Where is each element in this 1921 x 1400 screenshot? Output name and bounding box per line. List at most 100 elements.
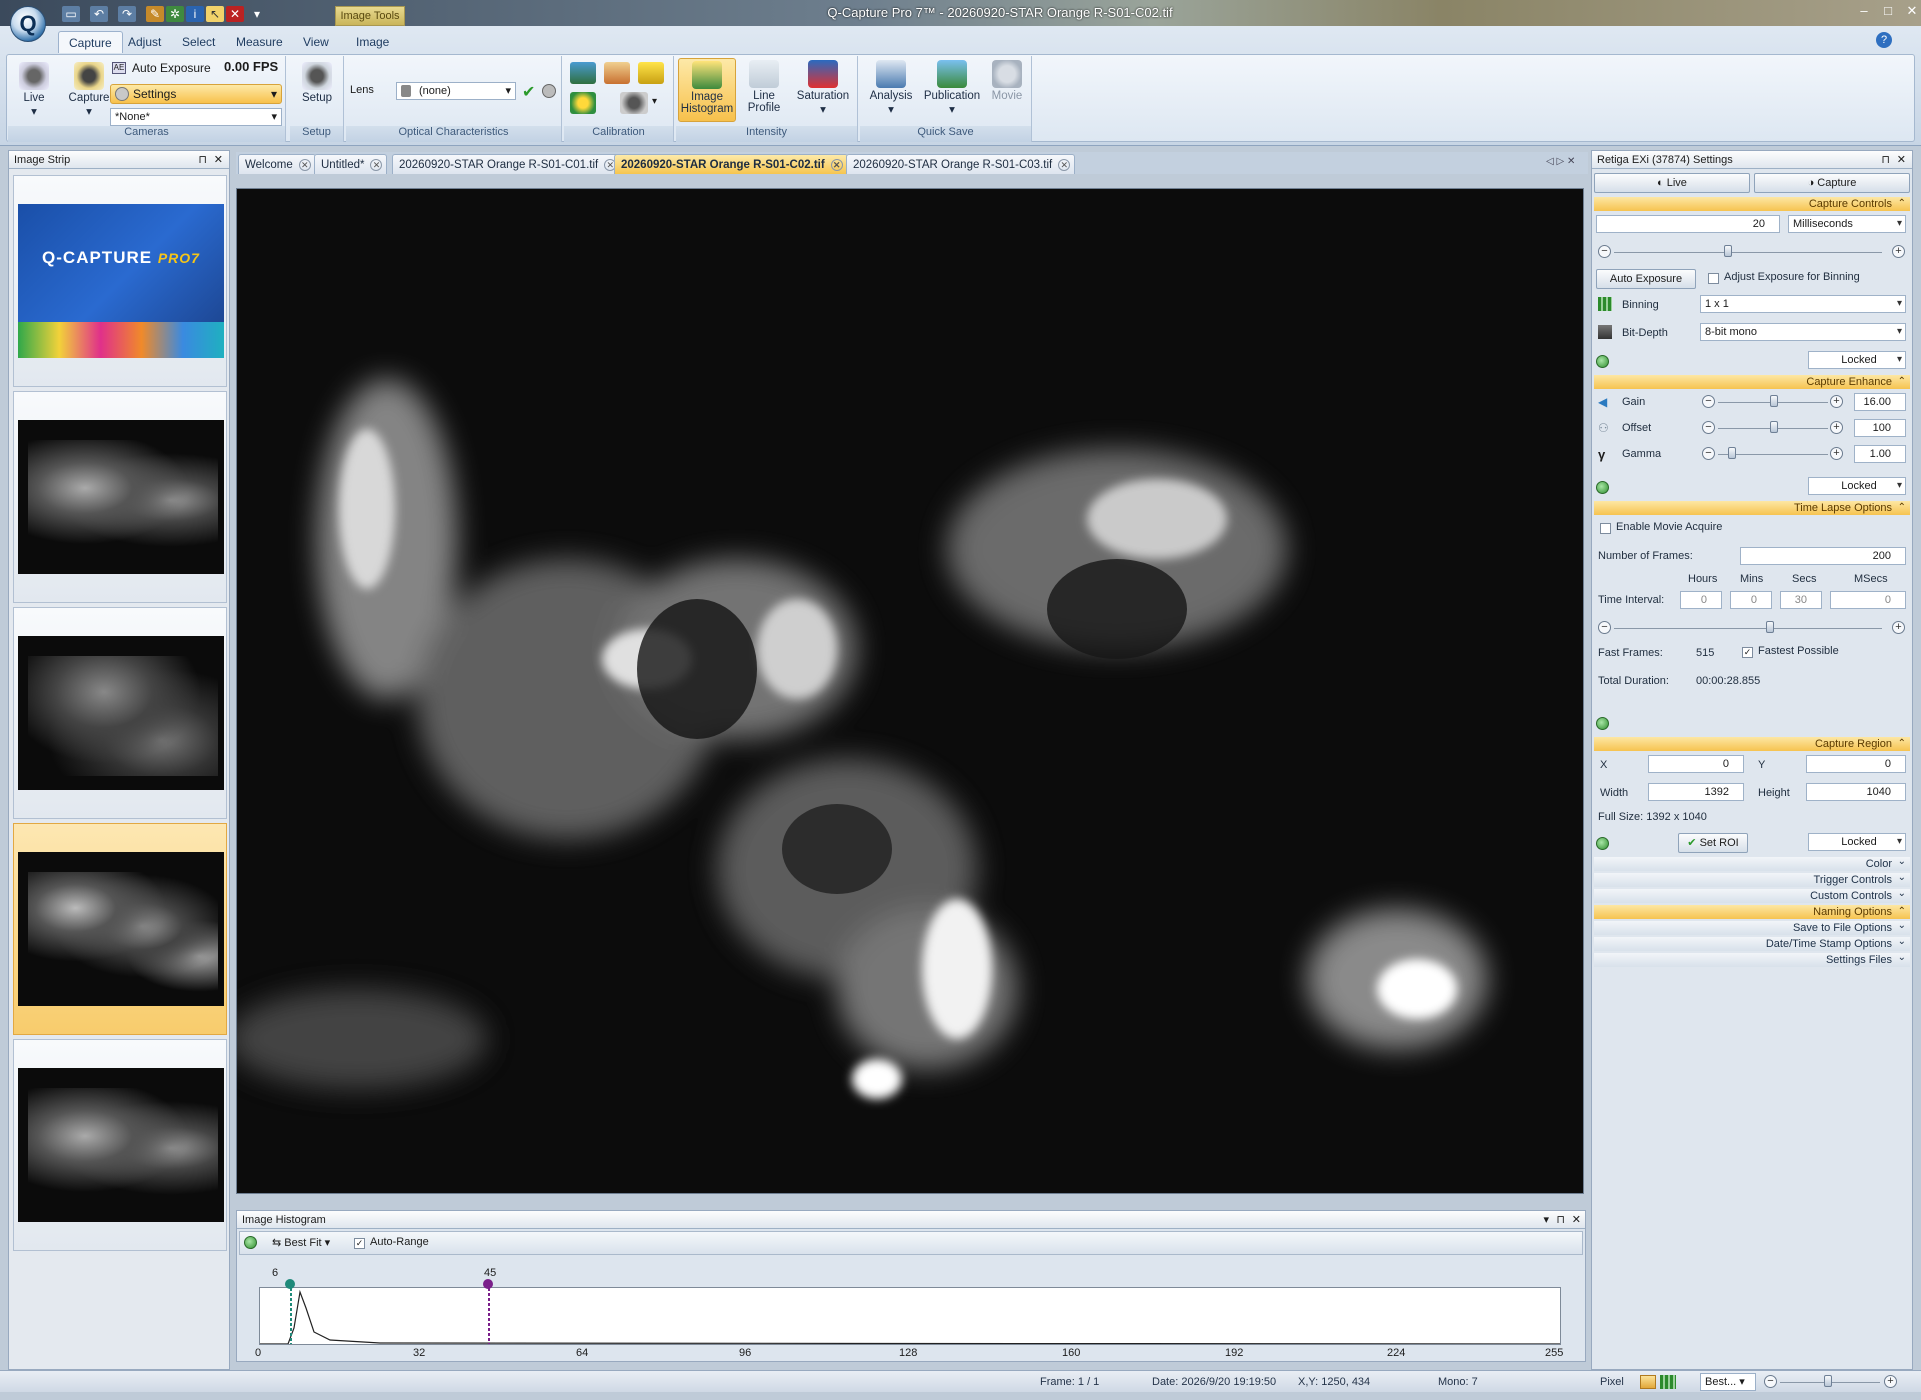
frames-input[interactable]: 200 [1740,547,1906,565]
close-icon[interactable]: ✕ [214,151,223,169]
offset-increase-icon[interactable]: + [1830,421,1843,434]
apply-check-icon[interactable]: ✔ [522,82,535,102]
preset-dropdown[interactable]: *None* ▾ [110,108,282,126]
capture-mode-button[interactable]: ◑ Capture [1754,173,1910,193]
pin-icon[interactable]: ⊓ [198,151,207,169]
interval-increase-icon[interactable]: + [1892,621,1905,634]
tab-welcome[interactable]: Welcome ✕ [238,154,316,174]
pin-icon[interactable]: ⊓ [1881,151,1890,169]
x-input[interactable]: 0 [1648,755,1744,773]
gamma-input[interactable]: 1.00 [1854,445,1906,463]
close-image-icon[interactable]: ✕ [226,6,244,22]
zoom-out-icon[interactable]: − [1764,1375,1777,1388]
chevron-down-icon[interactable]: ▾ [1543,1211,1549,1229]
histogram-plot[interactable] [259,1287,1561,1345]
time-lapse-header[interactable]: Time Lapse Options [1594,501,1910,515]
refresh-enhance-icon[interactable] [1596,481,1609,494]
close-tab-icon[interactable]: ✕ [830,159,843,171]
info-icon[interactable]: i [186,6,204,22]
capture-region-header[interactable]: Capture Region [1594,737,1910,751]
interval-hours-input[interactable]: 0 [1680,591,1722,609]
ruler-icon[interactable] [638,62,664,84]
pencil-icon[interactable]: ✎ [146,6,164,22]
gamma-decrease-icon[interactable]: − [1702,447,1715,460]
set-roi-button[interactable]: ✔ Set ROI [1678,833,1748,853]
maximize-button[interactable]: □ [1877,2,1899,20]
saturation-button[interactable]: Saturation ▾ [792,60,854,116]
minimize-button[interactable]: – [1853,2,1875,20]
exposure-increase-icon[interactable]: + [1892,245,1905,258]
image-histogram-button[interactable]: Image Histogram [678,58,736,122]
image-viewer[interactable] [236,188,1584,1194]
tools-icon[interactable]: ✲ [166,6,184,22]
zoom-slider-thumb[interactable] [1824,1375,1832,1387]
analysis-button[interactable]: Analysis ▾ [866,60,916,116]
new-icon[interactable]: ▭ [62,6,80,22]
live-button[interactable]: Live ▾ [14,62,54,118]
interval-mins-input[interactable]: 0 [1730,591,1772,609]
settings-dropdown[interactable]: Settings ▾ [110,84,282,104]
lens-dropdown[interactable]: (none) ▾ [396,82,516,100]
view-image-icon[interactable] [1640,1375,1656,1389]
height-input[interactable]: 1040 [1806,783,1906,801]
exposure-unit-dropdown[interactable]: Milliseconds [1788,215,1906,233]
enable-movie-checkbox[interactable] [1600,523,1611,534]
tab-view[interactable]: View [293,31,339,53]
undo-icon[interactable]: ↶ [90,6,108,22]
region-locked-dropdown[interactable]: Locked [1808,833,1906,851]
width-input[interactable]: 1392 [1648,783,1744,801]
thumbnail-welcome[interactable]: Q-CAPTURE PRO7 [13,175,227,387]
thumbnail-c01b[interactable] [13,1039,227,1251]
gain-slider-thumb[interactable] [1770,395,1778,407]
interval-msecs-input[interactable]: 0 [1830,591,1906,609]
exposure-decrease-icon[interactable]: − [1598,245,1611,258]
refresh-icon[interactable] [244,1236,257,1249]
close-tab-icon[interactable]: ✕ [1058,159,1071,171]
high-marker-handle[interactable] [483,1279,493,1289]
close-tab-icon[interactable]: ✕ [370,159,383,171]
close-icon[interactable]: ✕ [1897,151,1906,169]
refresh-timelapse-icon[interactable] [1596,717,1609,730]
offset-slider-thumb[interactable] [1770,421,1778,433]
setup-button[interactable]: Setup [294,62,340,104]
naming-options-section[interactable]: Naming Options [1594,905,1910,919]
refresh-calibration-icon[interactable] [570,92,596,114]
trigger-controls-section[interactable]: Trigger Controls [1594,871,1910,887]
tab-adjust[interactable]: Adjust [118,31,171,53]
unit-status[interactable]: Pixel [1600,1374,1624,1390]
tab-capture[interactable]: Capture [58,31,123,53]
refresh-controls-icon[interactable] [1596,355,1609,368]
offset-input[interactable]: 100 [1854,419,1906,437]
custom-controls-section[interactable]: Custom Controls [1594,887,1910,903]
exposure-slider-thumb[interactable] [1724,245,1732,257]
auto-exposure-label[interactable]: Auto Exposure [132,61,211,75]
close-window-button[interactable]: ✕ [1901,2,1921,20]
refresh-region-icon[interactable] [1596,837,1609,850]
live-mode-button[interactable]: ◐ Live [1594,173,1750,193]
gain-input[interactable]: 16.00 [1854,393,1906,411]
brush-icon[interactable] [604,62,630,84]
qat-dropdown-icon[interactable]: ▾ [248,6,266,22]
tab-measure[interactable]: Measure [226,31,293,53]
calibrate-icon[interactable] [570,62,596,84]
pointer-icon[interactable]: ↖ [206,6,224,22]
capture-controls-header[interactable]: Capture Controls [1594,197,1910,211]
gain-increase-icon[interactable]: + [1830,395,1843,408]
zoom-in-icon[interactable]: + [1884,1375,1897,1388]
color-section[interactable]: Color [1594,855,1910,871]
help-icon[interactable]: ? [1876,32,1892,48]
gamma-increase-icon[interactable]: + [1830,447,1843,460]
redo-icon[interactable]: ↷ [118,6,136,22]
thumbnail-c01[interactable] [13,391,227,603]
app-logo[interactable]: Q [10,6,46,42]
controls-locked-dropdown[interactable]: Locked [1808,351,1906,369]
bit-depth-dropdown[interactable]: 8-bit mono [1700,323,1906,341]
auto-exposure-button[interactable]: Auto Exposure [1596,269,1696,289]
chevron-down-icon[interactable]: ▾ [652,96,657,107]
zoom-dropdown[interactable]: Best... ▾ [1700,1373,1756,1391]
grid-icon[interactable] [1660,1375,1676,1389]
tab-select[interactable]: Select [172,31,225,53]
close-tab-icon[interactable]: ✕ [298,159,311,171]
tab-c02[interactable]: 20260920-STAR Orange R-S01-C02.tif ✕ [614,154,848,174]
interval-secs-input[interactable]: 30 [1780,591,1822,609]
